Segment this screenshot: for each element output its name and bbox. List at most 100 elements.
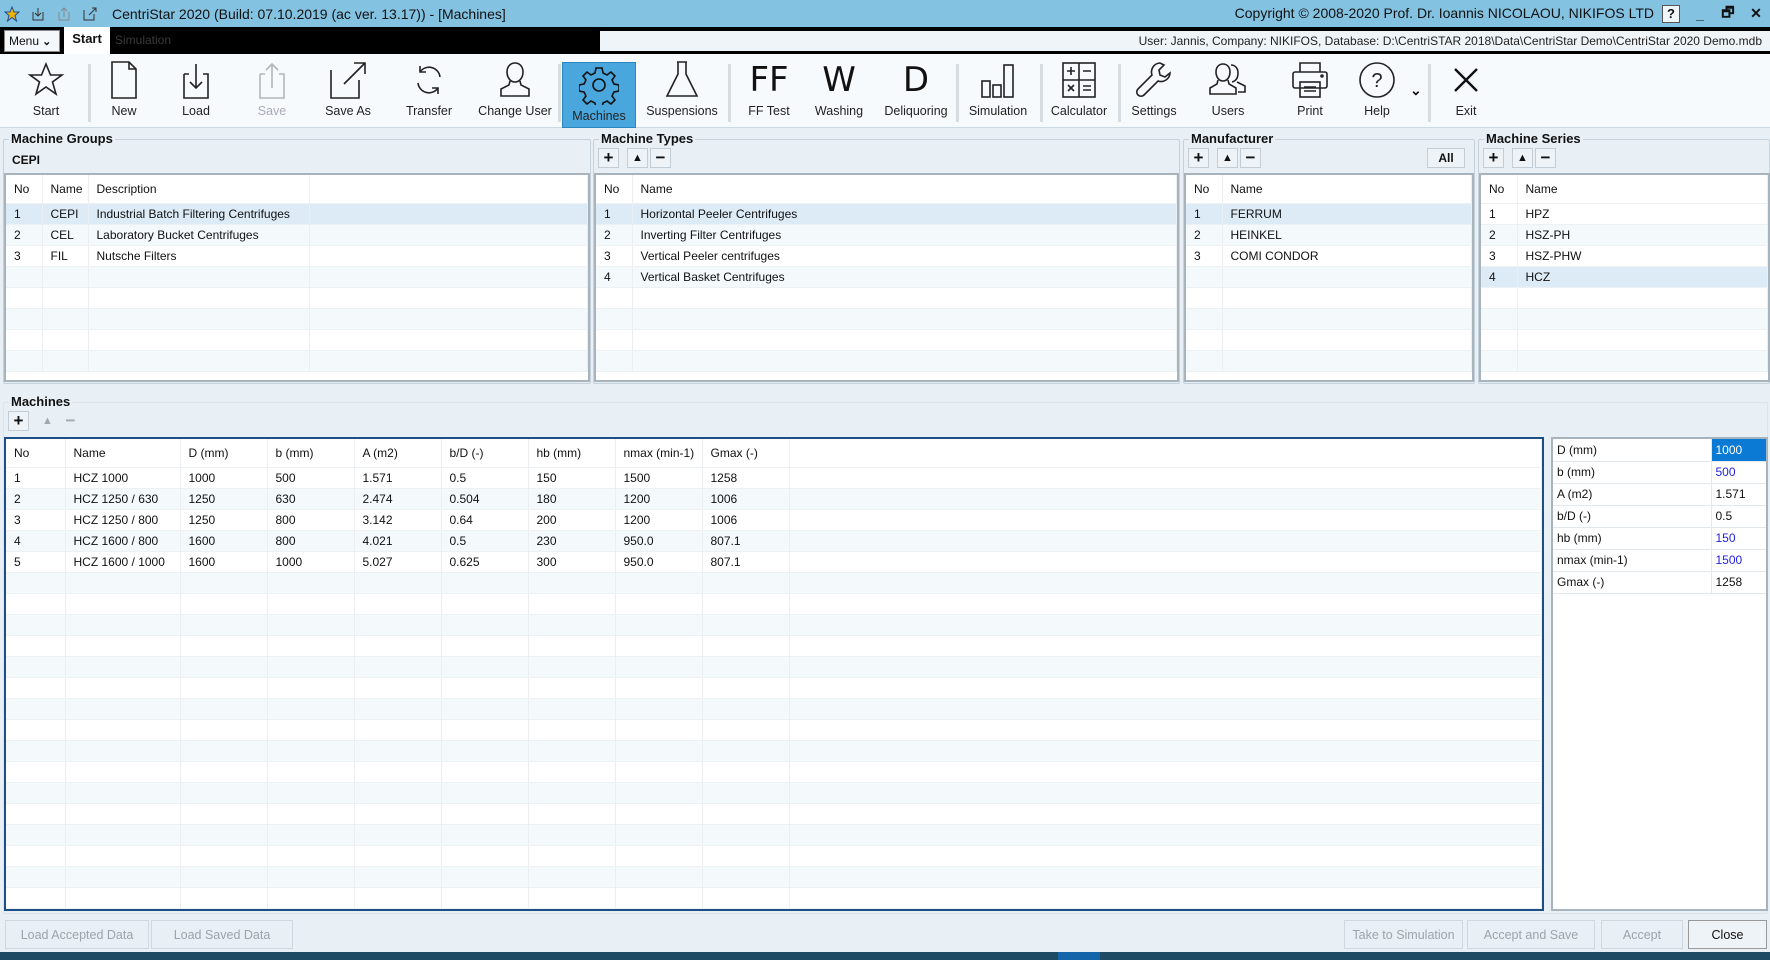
table-row[interactable] (1481, 308, 1768, 330)
table-row[interactable] (6, 845, 1542, 867)
table-row[interactable] (6, 782, 1542, 804)
table-row[interactable] (6, 719, 1542, 741)
quick-save-as-icon[interactable] (82, 6, 98, 22)
table-row[interactable]: 1 CEPI Industrial Batch Filtering Centrifu… (6, 203, 588, 225)
close-button[interactable]: Close (1688, 920, 1767, 949)
table-row[interactable] (6, 803, 1542, 825)
quick-load-icon[interactable] (30, 6, 46, 22)
ribbon-new-button[interactable]: New (94, 58, 154, 126)
detail-value[interactable]: 1500 (1710, 549, 1766, 572)
table-row[interactable]: 1 HPZ (1481, 203, 1768, 225)
tab-simulation[interactable]: Simulation (115, 33, 171, 47)
ribbon-calculator-button[interactable]: Calculator (1046, 58, 1112, 126)
ribbon-washing-button[interactable]: W Washing (808, 58, 870, 126)
show-all-button[interactable]: All (1427, 148, 1465, 168)
detail-value[interactable]: 150 (1710, 527, 1766, 550)
table-row[interactable] (6, 635, 1542, 657)
table-row[interactable] (6, 866, 1542, 888)
table-row[interactable] (6, 329, 588, 351)
table-row[interactable] (6, 887, 1542, 909)
table-row[interactable] (6, 656, 1542, 678)
detail-row[interactable]: b (mm) 500 (1553, 461, 1766, 484)
table-row[interactable]: 4 HCZ (1481, 266, 1768, 288)
manufacturer-grid[interactable]: No Name 1 FERRUM 2 HEINKEL 3 COMI CONDOR (1184, 173, 1474, 382)
table-row[interactable] (6, 572, 1542, 594)
ribbon-transfer-button[interactable]: Transfer (396, 58, 462, 126)
table-row[interactable]: 3 HSZ-PHW (1481, 245, 1768, 267)
move-up-manufacturer-button[interactable]: ▲ (1217, 148, 1238, 168)
table-row[interactable]: 2 CEL Laboratory Bucket Centrifuges (6, 224, 588, 246)
table-row[interactable]: 1 Horizontal Peeler Centrifuges (596, 203, 1177, 225)
ribbon-deliquoring-button[interactable]: D Deliquoring (880, 58, 952, 126)
detail-value[interactable]: 1000 (1710, 439, 1766, 462)
table-row[interactable]: 2 Inverting Filter Centrifuges (596, 224, 1177, 246)
table-row[interactable] (596, 308, 1177, 330)
ribbon-change-user-button[interactable]: Change User (474, 58, 556, 126)
add-type-button[interactable]: + (598, 148, 619, 168)
table-row[interactable]: 3 COMI CONDOR (1186, 245, 1472, 267)
detail-value[interactable]: 500 (1710, 461, 1766, 484)
quick-save-icon[interactable] (56, 6, 72, 22)
ribbon-load-button[interactable]: Load (166, 58, 226, 126)
remove-type-button[interactable]: − (650, 148, 671, 168)
table-row[interactable]: 2 HSZ-PH (1481, 224, 1768, 246)
load-accepted-data-button[interactable]: Load Accepted Data (5, 920, 149, 949)
table-row[interactable] (6, 350, 588, 372)
table-row[interactable] (6, 740, 1542, 762)
table-row[interactable] (6, 824, 1542, 846)
machine-details-grid[interactable]: D (mm) 1000 b (mm) 500 A (m2) 1.571 b/D (-) 0.5… (1551, 437, 1768, 911)
ribbon-simulation-button[interactable]: Simulation (962, 58, 1034, 126)
table-row[interactable] (1186, 350, 1472, 372)
machine-series-grid[interactable]: No Name 1 HPZ 2 HSZ-PH 3 HSZ-PHW 4 HCZ (1479, 173, 1770, 382)
accept-and-save-button[interactable]: Accept and Save (1467, 920, 1595, 949)
detail-row[interactable]: nmax (min-1) 1500 (1553, 549, 1766, 572)
table-row[interactable] (596, 350, 1177, 372)
table-row[interactable]: 4 HCZ 1600 / 800 1600 800 4.021 0.5 230 950.0 80… (6, 530, 1542, 552)
ribbon-save-as-button[interactable]: Save As (316, 58, 380, 126)
table-row[interactable] (6, 614, 1542, 636)
detail-row[interactable]: A (m2) 1.571 (1553, 483, 1766, 506)
table-row[interactable] (1481, 350, 1768, 372)
ribbon-exit-button[interactable]: Exit (1436, 58, 1496, 126)
ribbon-save-button[interactable]: Save (242, 58, 302, 126)
ribbon-print-button[interactable]: Print (1280, 58, 1340, 126)
machine-groups-grid[interactable]: No Name Description 1 CEPI Industrial Batch F… (4, 173, 590, 382)
add-machine-button[interactable]: + (8, 411, 29, 431)
add-manufacturer-button[interactable]: + (1188, 148, 1209, 168)
detail-value[interactable]: 1.571 (1710, 483, 1766, 506)
table-row[interactable] (1186, 287, 1472, 309)
move-up-series-button[interactable]: ▲ (1512, 148, 1533, 168)
ribbon-settings-button[interactable]: Settings (1124, 58, 1184, 126)
table-row[interactable]: 4 Vertical Basket Centrifuges (596, 266, 1177, 288)
table-row[interactable] (1186, 266, 1472, 288)
table-row[interactable]: 1 FERRUM (1186, 203, 1472, 225)
table-row[interactable] (1481, 329, 1768, 351)
remove-machine-button[interactable]: − (60, 411, 81, 431)
take-to-simulation-button[interactable]: Take to Simulation (1344, 920, 1463, 949)
machine-types-grid[interactable]: No Name 1 Horizontal Peeler Centrifuges 2 Inv… (594, 173, 1179, 382)
ribbon-machines-button[interactable]: Machines (562, 62, 636, 128)
load-saved-data-button[interactable]: Load Saved Data (151, 920, 293, 949)
menu-button[interactable]: Menu ⌄ (4, 30, 60, 52)
detail-row[interactable]: D (mm) 1000 (1553, 439, 1766, 462)
table-row[interactable]: 2 HCZ 1250 / 630 1250 630 2.474 0.504 180 1200 1… (6, 488, 1542, 510)
detail-value[interactable]: 0.5 (1710, 505, 1766, 528)
table-row[interactable]: 3 HCZ 1250 / 800 1250 800 3.142 0.64 200 1200 10… (6, 509, 1542, 531)
move-up-type-button[interactable]: ▲ (627, 148, 648, 168)
table-row[interactable] (6, 308, 588, 330)
table-row[interactable] (6, 698, 1542, 720)
ribbon-ff-test-button[interactable]: FF FF Test (738, 58, 800, 126)
ribbon-users-button[interactable]: Users (1196, 58, 1260, 126)
close-window-button[interactable]: ✕ (1742, 5, 1770, 22)
detail-row[interactable]: Gmax (-) 1258 (1553, 571, 1766, 594)
remove-manufacturer-button[interactable]: − (1240, 148, 1261, 168)
move-up-machine-button[interactable]: ▲ (37, 411, 58, 431)
restore-button[interactable]: 🗗 (1714, 2, 1742, 26)
table-row[interactable] (6, 593, 1542, 615)
table-row[interactable]: 5 HCZ 1600 / 1000 1600 1000 5.027 0.625 300 950… (6, 551, 1542, 573)
add-series-button[interactable]: + (1483, 148, 1504, 168)
table-row[interactable] (1481, 287, 1768, 309)
table-row[interactable] (596, 329, 1177, 351)
help-dropdown-chevron-icon[interactable]: ⌄ (1410, 82, 1422, 99)
minimize-button[interactable]: _ (1686, 6, 1714, 22)
